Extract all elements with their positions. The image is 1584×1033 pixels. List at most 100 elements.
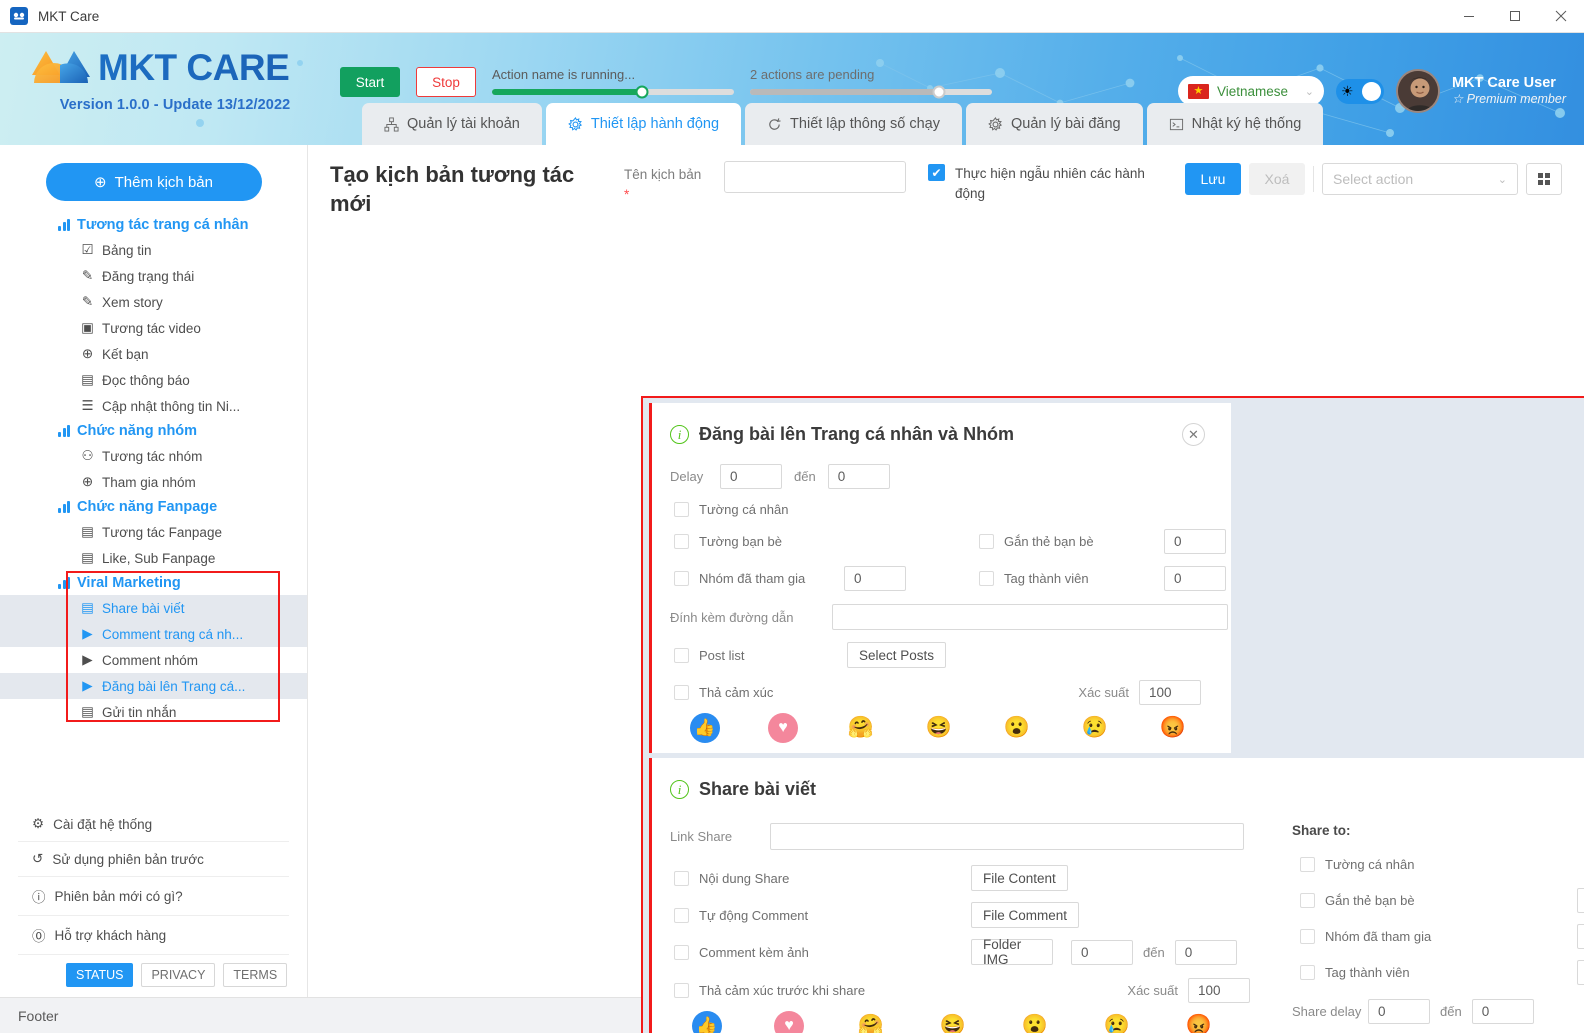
close-button[interactable] [1538, 0, 1584, 33]
start-button[interactable]: Start [340, 67, 400, 97]
folder-img-button[interactable]: Folder IMG [971, 937, 1053, 967]
panel-close-button[interactable]: ✕ [1182, 423, 1205, 446]
sidebar-group-fanpage[interactable]: Chức năng Fanpage [0, 495, 307, 519]
sidebar-item-dang-trang-thai[interactable]: ✎ Đăng trạng thái [0, 263, 307, 289]
love-icon[interactable]: ♥ [768, 713, 798, 743]
angry-icon[interactable]: 😡 [1158, 713, 1188, 743]
link-input[interactable] [832, 604, 1228, 630]
love-icon[interactable]: ♥ [774, 1011, 804, 1033]
scenario-name-input[interactable] [724, 161, 906, 193]
sidebar-item-xem-story[interactable]: ✎ Xem story [0, 289, 307, 315]
sidebar-link-whats-new[interactable]: ⓘ Phiên bản mới có gì? [18, 877, 289, 916]
care-icon[interactable]: 🤗 [846, 713, 876, 743]
comment-kem-anh-checkbox[interactable] [674, 944, 689, 960]
random-actions-option[interactable]: ✔ Thực hiện ngẫu nhiên các hành động [928, 161, 1156, 203]
angry-icon[interactable]: 😡 [1184, 1011, 1214, 1033]
theme-toggle[interactable]: ☀ [1335, 78, 1384, 104]
add-scenario-button[interactable]: ⊕ Thêm kịch bản [45, 163, 262, 201]
share-gan-the-checkbox[interactable] [1300, 893, 1315, 908]
tab-system-log[interactable]: Nhật ký hệ thống [1146, 103, 1324, 145]
avatar[interactable] [1395, 69, 1440, 113]
terms-link[interactable]: TERMS [223, 963, 288, 987]
share-tag-thanh-vien-checkbox[interactable] [1300, 965, 1315, 980]
stop-button[interactable]: Stop [416, 67, 476, 97]
tuong-ban-be-checkbox[interactable] [674, 534, 689, 549]
probability-input[interactable]: 100 [1188, 978, 1250, 1003]
tab-post-management[interactable]: Quản lý bài đăng [965, 103, 1143, 145]
gan-the-ban-be-input[interactable]: 0 [1164, 529, 1226, 554]
sidebar-item-tuong-tac-nhom[interactable]: ⚇ Tương tác nhóm [0, 443, 307, 469]
care-icon[interactable]: 🤗 [856, 1011, 886, 1033]
share-delay-from-input[interactable]: 0 [1368, 999, 1430, 1024]
sidebar-link-customer-support[interactable]: ⓪ Hỗ trợ khách hàng [18, 916, 289, 955]
like-icon[interactable]: 👍 [690, 713, 720, 743]
share-tuong-ca-nhan-checkbox[interactable] [1300, 857, 1315, 872]
share-reaction-checkbox[interactable] [674, 983, 689, 998]
sidebar-item-dang-bai-len-trang-ca-nhan[interactable]: ▶ Đăng bài lên Trang cá... [0, 673, 307, 699]
like-icon[interactable]: 👍 [692, 1011, 722, 1033]
noi-dung-share-checkbox[interactable] [674, 870, 689, 886]
tab-action-setup[interactable]: Thiết lập hành động [545, 103, 742, 145]
haha-icon[interactable]: 😆 [924, 713, 954, 743]
minimize-button[interactable] [1446, 0, 1492, 33]
select-posts-button[interactable]: Select Posts [847, 642, 947, 668]
sidebar-item-bang-tin[interactable]: ☑ Bảng tin [0, 237, 307, 263]
tab-account-management[interactable]: Quản lý tài khoản [362, 103, 542, 145]
sidebar-item-tham-gia-nhom[interactable]: ⊕ Tham gia nhóm [0, 469, 307, 495]
random-actions-checkbox[interactable]: ✔ [928, 164, 945, 181]
nhom-da-tham-gia-checkbox[interactable] [674, 571, 689, 586]
delay-to-input[interactable]: 0 [827, 464, 890, 489]
tu-dong-comment-checkbox[interactable] [674, 907, 689, 923]
delete-button[interactable]: Xoá [1249, 163, 1305, 195]
sidebar-item-gui-tin-nhan[interactable]: ▤ Gửi tin nhắn [0, 699, 307, 725]
sad-icon[interactable]: 😢 [1080, 713, 1110, 743]
save-button[interactable]: Lưu [1185, 163, 1241, 195]
running-progress-slider[interactable] [492, 85, 734, 99]
sidebar-item-tuong-tac-video[interactable]: ▣ Tương tác video [0, 315, 307, 341]
sidebar-link-system-settings[interactable]: ⚙ Cài đặt hệ thống [18, 807, 289, 842]
file-content-button[interactable]: File Content [971, 865, 1068, 891]
haha-icon[interactable]: 😆 [938, 1011, 968, 1033]
sidebar-group-personal[interactable]: Tương tác trang cá nhân [0, 213, 307, 237]
sidebar-group-chuc-nang-nhom[interactable]: Chức năng nhóm [0, 419, 307, 443]
select-action-dropdown[interactable]: Select action ⌄ [1322, 163, 1518, 195]
comment-img-to-input[interactable]: 0 [1174, 939, 1237, 965]
wow-icon[interactable]: 😮 [1002, 713, 1032, 743]
sidebar-group-viral-marketing[interactable]: Viral Marketing [0, 571, 307, 595]
tag-thanh-vien-input[interactable]: 0 [1164, 566, 1226, 591]
sidebar-item-tuong-tac-fanpage[interactable]: ▤ Tương tác Fanpage [0, 519, 307, 545]
sidebar-item-share-bai-viet[interactable]: ▤ Share bài viết [0, 595, 307, 621]
wow-icon[interactable]: 😮 [1020, 1011, 1050, 1033]
sidebar-item-cap-nhat-thong-tin[interactable]: ☰ Cập nhật thông tin Ni... [0, 393, 307, 419]
tag-tv-from-input[interactable]: 0 [1577, 960, 1584, 985]
tuong-ca-nhan-checkbox[interactable] [674, 502, 689, 517]
comment-img-from-input[interactable]: 0 [1071, 939, 1133, 965]
reaction-checkbox[interactable] [674, 685, 689, 700]
privacy-link[interactable]: PRIVACY [141, 963, 216, 987]
language-selector[interactable]: ★ Vietnamese ⌄ [1177, 76, 1324, 106]
share-nhom-checkbox[interactable] [1300, 929, 1315, 944]
tab-run-parameters[interactable]: Thiết lập thông số chạy [745, 103, 962, 145]
maximize-button[interactable] [1492, 0, 1538, 33]
sidebar-link-previous-version[interactable]: ↺ Sử dụng phiên bản trước [18, 842, 289, 877]
link-share-input[interactable] [770, 823, 1244, 850]
file-comment-button[interactable]: File Comment [971, 902, 1080, 928]
share-delay-to-input[interactable]: 0 [1471, 999, 1534, 1024]
sidebar-item-comment-trang-ca-nhan[interactable]: ▶ Comment trang cá nh... [0, 621, 307, 647]
grid-view-button[interactable] [1526, 163, 1562, 195]
gan-the-ban-be-checkbox[interactable] [979, 534, 994, 549]
nhom-da-tham-gia-input[interactable]: 0 [844, 566, 906, 591]
gan-the-from-input[interactable]: 0 [1577, 888, 1584, 913]
pending-progress-slider[interactable] [750, 85, 992, 99]
post-list-checkbox[interactable] [674, 647, 689, 663]
sidebar-item-like-sub-fanpage[interactable]: ▤ Like, Sub Fanpage [0, 545, 307, 571]
sidebar-item-doc-thong-bao[interactable]: ▤ Đọc thông báo [0, 367, 307, 393]
tag-thanh-vien-checkbox[interactable] [979, 571, 994, 586]
sad-icon[interactable]: 😢 [1102, 1011, 1132, 1033]
status-link[interactable]: STATUS [66, 963, 134, 987]
nhom-from-input[interactable]: 0 [1577, 924, 1584, 949]
delay-from-input[interactable]: 0 [720, 464, 782, 489]
sidebar-item-ket-ban[interactable]: ⊕ Kết bạn [0, 341, 307, 367]
sidebar-item-comment-nhom[interactable]: ▶ Comment nhóm [0, 647, 307, 673]
probability-input[interactable]: 100 [1139, 680, 1201, 705]
